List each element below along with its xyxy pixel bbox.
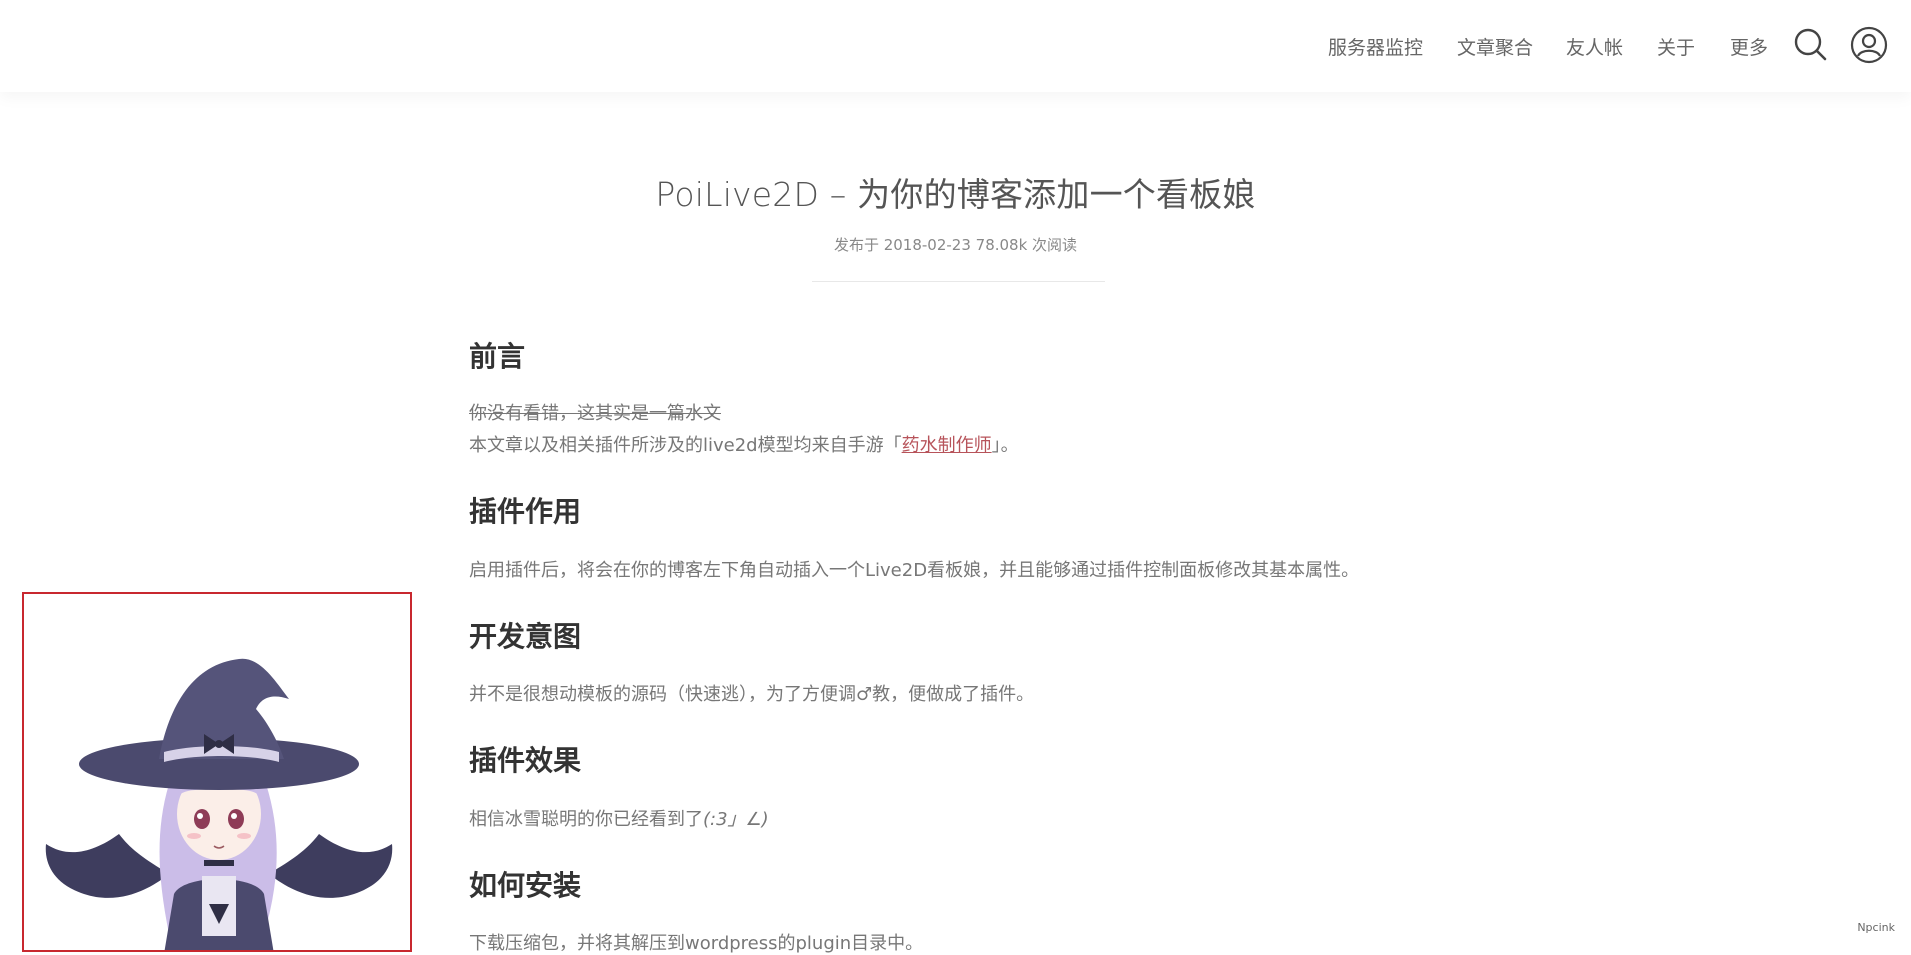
- install-text: 下载压缩包，并将其解压到wordpress的plugin目录中。: [469, 933, 924, 954]
- user-icon[interactable]: [1850, 26, 1888, 64]
- plugin-effect-text: 相信冰雪聪明的你已经看到了(:3」∠): [469, 805, 769, 831]
- nav-item-more[interactable]: 更多: [1730, 33, 1768, 60]
- preface-line: 本文章以及相关插件所涉及的live2d模型均来自手游「药水制作师」。: [469, 431, 1019, 457]
- dev-intent-text: 并不是很想动模板的源码（快速逃），为了方便调♂教，便做成了插件。: [469, 684, 1035, 705]
- watermark-label: Npcink: [1857, 921, 1895, 934]
- live2d-widget[interactable]: [22, 592, 412, 952]
- preface-suffix: 」。: [991, 435, 1019, 456]
- game-link[interactable]: 药水制作师: [902, 435, 992, 456]
- top-navigation-bar: 服务器监控 文章聚合 友人帐 关于 更多: [0, 0, 1911, 92]
- heading-preface: 前言: [469, 340, 526, 373]
- heading-dev-intent: 开发意图: [469, 620, 582, 653]
- preface-prefix: 本文章以及相关插件所涉及的live2d模型均来自手游「: [469, 435, 902, 456]
- nav-item-about[interactable]: 关于: [1657, 33, 1695, 60]
- nav-item-article-aggregation[interactable]: 文章聚合: [1457, 33, 1533, 60]
- search-icon[interactable]: [1793, 27, 1827, 61]
- heading-plugin-effect: 插件效果: [469, 744, 582, 777]
- nav-item-server-monitor[interactable]: 服务器监控: [1328, 33, 1423, 60]
- nav-item-friends[interactable]: 友人帐: [1566, 33, 1623, 60]
- kaomoji: (:3」∠): [703, 809, 769, 830]
- title-divider: [812, 281, 1105, 282]
- live2d-witch-character[interactable]: [24, 594, 412, 952]
- heading-how-to-install: 如何安装: [469, 869, 582, 902]
- post-title: PoiLive2D – 为你的博客添加一个看板娘: [655, 175, 1256, 214]
- plugin-purpose-text: 启用插件后，将会在你的博客左下角自动插入一个Live2D看板娘，并且能够通过插件…: [469, 560, 1360, 581]
- heading-plugin-purpose: 插件作用: [469, 495, 582, 528]
- post-meta: 发布于 2018-02-23 78.08k 次阅读: [833, 236, 1078, 254]
- strikethrough-text: 你没有看错，这其实是一篇水文: [469, 403, 721, 424]
- plugin-effect-prefix: 相信冰雪聪明的你已经看到了: [469, 809, 703, 830]
